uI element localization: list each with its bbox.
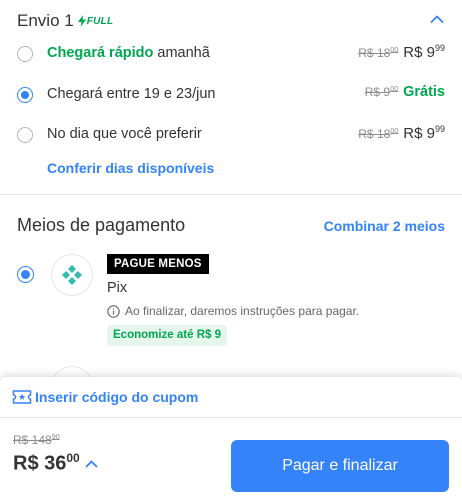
check-days-link[interactable]: Conferir dias disponíveis xyxy=(47,160,214,176)
pix-label: Pix xyxy=(107,280,128,296)
new-price: R$ 999 xyxy=(403,43,445,61)
chevron-up-icon[interactable] xyxy=(430,14,444,24)
info-icon xyxy=(107,304,120,318)
shipping-option-standard-radio[interactable] xyxy=(17,87,33,103)
total-summary[interactable]: R$ 3600 xyxy=(13,451,98,476)
pix-info: Ao finalizar, daremos instruções para pa… xyxy=(107,304,359,318)
coupon-label: Inserir código do cupom xyxy=(35,389,199,405)
pix-radio[interactable] xyxy=(17,266,34,283)
shipping-option-scheduled-radio[interactable] xyxy=(17,127,33,143)
section-divider xyxy=(0,194,462,195)
old-price: R$ 1800 xyxy=(358,45,399,60)
old-price: R$ 1800 xyxy=(358,126,399,141)
pix-logo xyxy=(51,254,93,296)
footer-divider xyxy=(0,417,462,418)
combine-methods-link[interactable]: Combinar 2 meios xyxy=(324,218,445,234)
full-badge-label: FULL xyxy=(86,15,114,27)
chevron-up-icon[interactable] xyxy=(85,459,98,468)
total-price: R$ 3600 xyxy=(13,451,80,475)
shipping-option-standard-label: Chegará entre 19 e 23/jun xyxy=(47,86,216,102)
pix-info-text: Ao finalizar, daremos instruções para pa… xyxy=(125,304,360,318)
shipping-option-scheduled-label: No dia que você preferir xyxy=(47,126,202,142)
payment-title: Meios de pagamento xyxy=(17,215,186,235)
full-badge: FULL xyxy=(77,15,114,27)
shipping-header: Envio 1 FULL xyxy=(17,10,113,32)
shipping-option-standard-price: R$ 900 Grátis xyxy=(365,84,445,100)
shipping-option-scheduled-price: R$ 1800 R$ 999 xyxy=(358,124,445,142)
free-label: Grátis xyxy=(403,84,445,100)
pix-icon xyxy=(62,265,82,285)
shipping-title: Envio 1 xyxy=(17,11,74,30)
old-price: R$ 900 xyxy=(364,84,399,99)
shipping-option-standard[interactable]: Chegará entre 19 e 23/jun R$ 900 Grátis xyxy=(0,83,462,107)
new-price: R$ 999 xyxy=(403,124,445,142)
savings-badge: Economize até R$ 9 xyxy=(107,325,228,346)
pay-and-finish-button[interactable]: Pagar e finalizar xyxy=(231,440,449,492)
checkout-footer: Inserir código do cupom R$ 14890 R$ 3600… xyxy=(0,377,462,500)
pague-menos-tag: PAGUE MENOS xyxy=(107,254,209,274)
shipping-option-scheduled[interactable]: No dia que você preferir R$ 1800 R$ 999 xyxy=(0,123,462,147)
shipping-option-fast-label: Chegará rápido amanhã xyxy=(47,45,210,61)
shipping-option-fast[interactable]: Chegará rápido amanhã R$ 1800 R$ 999 xyxy=(0,42,462,66)
shipping-option-fast-radio[interactable] xyxy=(17,46,33,62)
coupon-link[interactable]: Inserir código do cupom xyxy=(12,389,198,405)
total-old-price: R$ 14890 xyxy=(13,432,60,447)
shipping-option-fast-price: R$ 1800 R$ 999 xyxy=(358,43,445,61)
lightning-icon xyxy=(77,15,86,27)
coupon-icon xyxy=(12,390,32,404)
shipping-section: Envio 1 FULL Chegará rápido amanhã R$ 18… xyxy=(0,0,462,194)
